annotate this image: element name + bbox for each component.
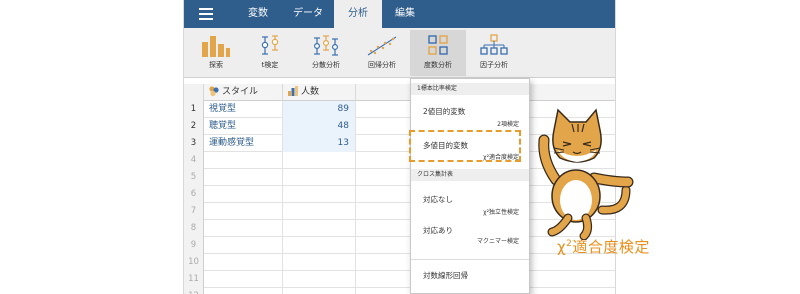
table-row[interactable]: 12 — [184, 288, 615, 294]
callout-text: 適合度検定 — [572, 238, 650, 256]
tool-exploration[interactable]: 探索 — [188, 30, 244, 76]
cell-style[interactable]: 聴覚型 — [204, 118, 283, 135]
regression-icon — [367, 36, 397, 56]
tool-factor[interactable]: 因子分析 — [466, 30, 522, 76]
column-header-style[interactable]: スタイル — [204, 84, 283, 101]
tool-frequencies[interactable]: 度数分析 — [410, 30, 466, 76]
tab-data[interactable]: データ — [279, 0, 337, 28]
cell-style[interactable] — [204, 288, 283, 294]
menu-divider — [411, 259, 529, 260]
tool-label: 因子分析 — [480, 61, 508, 69]
row-number: 6 — [184, 186, 204, 203]
row-number: 11 — [184, 271, 204, 288]
section-header-one-sample: 1標本比率検定 — [411, 83, 529, 95]
hamburger-menu-icon[interactable] — [199, 8, 213, 20]
grid-header-row: スタイル 人数 — [184, 84, 615, 101]
menu-item-subtitle: 2項検定 — [497, 121, 519, 128]
menu-item-title: 対応あり — [423, 226, 453, 235]
row-number: 3 — [184, 135, 204, 152]
row-number-header — [184, 84, 204, 101]
chi-square-goodness-of-fit-label: χ2適合度検定 — [557, 236, 650, 257]
tool-label: t検定 — [261, 61, 279, 69]
table-row[interactable]: 10 — [184, 254, 615, 271]
column-header-count[interactable]: 人数 — [283, 84, 356, 101]
cell-style[interactable] — [204, 237, 283, 254]
nominal-variable-icon — [209, 85, 219, 96]
cell-count[interactable]: 89 — [283, 101, 356, 118]
frequencies-dropdown-menu: 1標本比率検定 2値目的変数 2項検定 多値目的変数 χ²適合度検定 クロス集計… — [410, 78, 530, 294]
menu-item-independent-samples[interactable]: 対応なし χ²独立性検定 — [411, 184, 529, 218]
cell-style[interactable] — [204, 271, 283, 288]
menu-item-log-linear[interactable]: 対数線形回帰 — [411, 261, 529, 289]
cell-style[interactable] — [204, 152, 283, 169]
anova-icon — [313, 35, 339, 56]
tool-regression[interactable]: 回帰分析 — [354, 30, 410, 76]
cell-style[interactable]: 視覚型 — [204, 101, 283, 118]
menu-item-paired-samples[interactable]: 対応あり マクニマー検定 — [411, 218, 529, 252]
cell-style[interactable]: 運動感覚型 — [204, 135, 283, 152]
section-header-contingency: クロス集計表 — [411, 169, 529, 181]
cell-style[interactable] — [204, 186, 283, 203]
row-number: 4 — [184, 152, 204, 169]
tool-anova[interactable]: 分散分析 — [298, 30, 354, 76]
chi-symbol: χ — [557, 238, 567, 256]
cell-count[interactable] — [283, 271, 356, 288]
menu-bar: 変数 データ 分析 編集 — [184, 0, 615, 28]
cell-count[interactable] — [283, 203, 356, 220]
cell-count[interactable] — [283, 254, 356, 271]
cell-style[interactable] — [204, 169, 283, 186]
menu-item-title: 対応なし — [423, 195, 453, 204]
row-number: 10 — [184, 254, 204, 271]
tool-ttest[interactable]: t検定 — [242, 30, 298, 76]
tab-edit[interactable]: 編集 — [380, 0, 430, 28]
row-number: 1 — [184, 101, 204, 118]
menu-item-subtitle: χ²独立性検定 — [483, 209, 519, 216]
column-header-label: スタイル — [222, 87, 259, 97]
bar-chart-icon — [202, 36, 230, 57]
tool-label: 回帰分析 — [368, 61, 396, 69]
figure: 変数 データ 分析 編集 探索 t検定 分散分析 回帰分析 度数分析 因子分析 … — [0, 0, 800, 294]
tool-label: 分散分析 — [312, 61, 340, 69]
cell-count[interactable] — [283, 288, 356, 294]
row-number: 5 — [184, 169, 204, 186]
cat-mascot-illustration — [538, 108, 634, 240]
tool-label: 探索 — [209, 61, 223, 69]
cell-count[interactable] — [283, 186, 356, 203]
analysis-toolbar: 探索 t検定 分散分析 回帰分析 度数分析 因子分析 — [184, 28, 615, 78]
continuous-variable-icon — [288, 85, 298, 96]
column-header-label: 人数 — [301, 87, 320, 97]
cell-count[interactable] — [283, 237, 356, 254]
cell-count[interactable]: 13 — [283, 135, 356, 152]
cell-count[interactable] — [283, 152, 356, 169]
cell-count[interactable]: 48 — [283, 118, 356, 135]
menu-item-title: 2値目的変数 — [423, 107, 466, 116]
menu-item-binary-outcome[interactable]: 2値目的変数 2項検定 — [411, 97, 529, 131]
tool-label: 度数分析 — [424, 61, 452, 69]
tab-analysis[interactable]: 分析 — [334, 0, 382, 28]
row-number: 9 — [184, 237, 204, 254]
highlight-box — [409, 130, 521, 162]
menu-item-subtitle: マクニマー検定 — [476, 238, 519, 245]
row-number: 8 — [184, 220, 204, 237]
row-number: 2 — [184, 118, 204, 135]
cell-count[interactable] — [283, 169, 356, 186]
t-test-icon — [261, 35, 279, 55]
row-number: 12 — [184, 288, 204, 294]
cell-style[interactable] — [204, 254, 283, 271]
cell-style[interactable] — [204, 220, 283, 237]
factor-icon — [480, 34, 508, 55]
row-number: 7 — [184, 203, 204, 220]
cell-count[interactable] — [283, 220, 356, 237]
menu-item-title: 対数線形回帰 — [423, 271, 468, 280]
cell-style[interactable] — [204, 203, 283, 220]
frequencies-icon — [428, 35, 448, 55]
table-row[interactable]: 11 — [184, 271, 615, 288]
